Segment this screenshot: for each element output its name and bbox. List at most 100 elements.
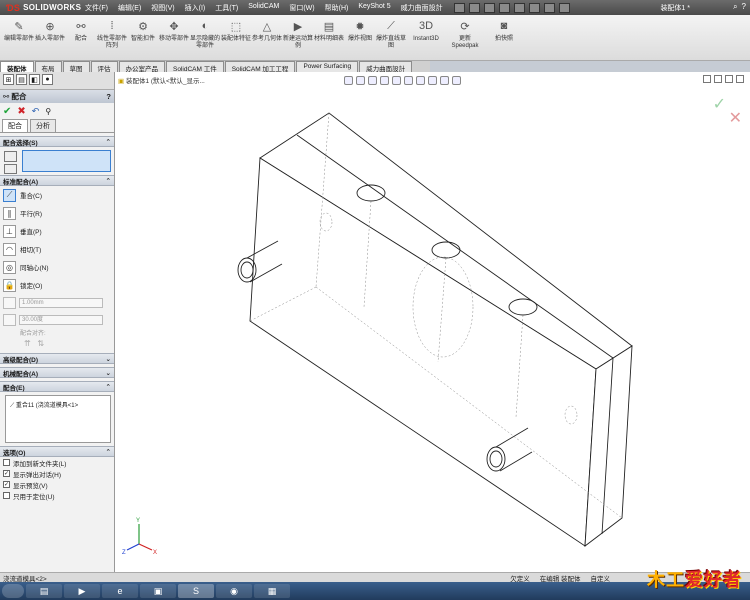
option-checkbox[interactable]: ✓ 显示预览(V) <box>0 479 114 490</box>
tab-item[interactable]: 办公室产品 <box>118 61 165 73</box>
tab-item[interactable]: SolidCAM 加工工程 <box>224 61 296 73</box>
cmd-button[interactable]: ▤ 材料明细表 <box>314 15 344 60</box>
cmd-button[interactable]: ▶ 新建运动算例 <box>283 15 313 60</box>
tab-item[interactable]: SolidCAM 工件 <box>166 61 224 73</box>
start-button-icon[interactable] <box>2 584 24 598</box>
cmd-button[interactable]: ⟳ 更新Speedpak <box>446 15 484 60</box>
cmd-button[interactable]: ✎ 编辑零部件 <box>4 15 34 60</box>
cmd-button[interactable]: ⬚ 装配体特征 <box>221 15 251 60</box>
taskbar-solidworks-icon[interactable]: S <box>178 584 214 598</box>
mechanical-mates-header[interactable]: 机械配合(A) ⌄ <box>0 367 114 378</box>
tab-mates[interactable]: 配合 <box>2 119 28 132</box>
mate-selections-box[interactable] <box>22 150 111 172</box>
option-checkbox[interactable]: ✓ 显示弹出对话(H) <box>0 468 114 479</box>
standard-mate-item[interactable]: ∥ 平行(R) <box>0 204 114 222</box>
tab-item[interactable]: 装配体 <box>0 61 34 73</box>
help-button[interactable]: ? <box>106 92 111 101</box>
tab-item[interactable]: 布局 <box>34 61 62 73</box>
menu-item[interactable]: KeyShot 5 <box>353 3 395 13</box>
options-icon[interactable] <box>558 2 570 13</box>
taskbar-explorer-icon[interactable]: ▤ <box>26 584 62 598</box>
property-manager-icon[interactable]: ▤ <box>16 74 27 85</box>
mate-icon: ⚯ <box>76 20 86 33</box>
angle-field[interactable]: 30.00度 <box>19 314 103 325</box>
tab-item[interactable]: 威力曲面設計 <box>359 61 413 73</box>
tab-item[interactable]: 评估 <box>90 61 118 73</box>
undo-icon[interactable] <box>513 2 525 13</box>
search-icon[interactable]: ⌕ <box>733 2 737 12</box>
cmd-button[interactable]: ⟋ 爆炸直线草图 <box>376 15 406 60</box>
help-icon[interactable]: ? <box>742 2 746 12</box>
menu-item[interactable]: 窗口(W) <box>284 3 319 13</box>
standard-mate-item[interactable]: ⊥ 垂直(P) <box>0 222 114 240</box>
tab-item[interactable]: Power Surfacing <box>296 61 359 72</box>
anti-aligned-icon[interactable]: ⇅ <box>37 339 44 348</box>
menu-item[interactable]: 编辑(E) <box>113 3 146 13</box>
graphics-area[interactable]: ▣ 装配体1 (默认<默认_显示... ✓ ✕ Y X Z <box>116 72 750 572</box>
cmd-button[interactable]: ⊕ 插入零部件 <box>35 15 65 60</box>
feature-tree-icon[interactable]: ⊞ <box>3 74 14 85</box>
taskbar-ie-icon[interactable]: e <box>102 584 138 598</box>
taskbar-app2-icon[interactable]: ◉ <box>216 584 252 598</box>
menu-item[interactable]: 威力曲面設計 <box>396 3 448 13</box>
checkbox-icon[interactable]: ✓ <box>3 481 10 488</box>
tab-item[interactable]: 草图 <box>62 61 90 73</box>
open-file-icon[interactable] <box>468 2 480 13</box>
config-manager-icon[interactable]: ◧ <box>29 74 40 85</box>
cmd-button[interactable]: 3D Instant3D <box>407 15 445 60</box>
cmd-button[interactable]: ✹ 爆炸视图 <box>345 15 375 60</box>
menu-item[interactable]: 工具(T) <box>210 3 243 13</box>
distance-field[interactable]: 1.00mm <box>19 297 103 308</box>
menu-item[interactable]: 帮助(H) <box>320 3 354 13</box>
option-checkbox[interactable]: 添加到新文件夹(L) <box>0 457 114 468</box>
new-file-icon[interactable] <box>453 2 465 13</box>
menu-item[interactable]: 插入(I) <box>180 3 211 13</box>
standard-mate-item[interactable]: ◎ 同轴心(N) <box>0 258 114 276</box>
taskbar-media-icon[interactable]: ▶ <box>64 584 100 598</box>
cmd-button[interactable]: ◙ 拍快照 <box>485 15 523 60</box>
model-view[interactable]: Y X Z <box>116 72 750 572</box>
display-manager-icon[interactable]: ● <box>42 74 53 85</box>
pm-subtabs: 配合 分析 <box>0 119 114 133</box>
standard-mates-header[interactable]: 标准配合(A) ⌃ <box>0 175 114 186</box>
checkbox-icon[interactable]: ✓ <box>3 470 10 477</box>
taskbar-app3-icon[interactable]: ▦ <box>254 584 290 598</box>
mate-selections-header[interactable]: 配合选择(S) ⌃ <box>0 136 114 147</box>
cmd-button[interactable]: ⚙ 智能扣件 <box>128 15 158 60</box>
mates-header[interactable]: 配合(E) ⌃ <box>0 381 114 392</box>
cmd-button[interactable]: ✥ 移动零部件 <box>159 15 189 60</box>
standard-mate-item[interactable]: 🔒 锁定(O) <box>0 276 114 294</box>
taskbar-app-icon[interactable]: ▣ <box>140 584 176 598</box>
options-header[interactable]: 选项(O) ⌃ <box>0 446 114 457</box>
ok-button[interactable]: ✔ <box>3 106 11 117</box>
instant3d-icon: 3D <box>418 20 434 32</box>
pin-icon[interactable]: ⚲ <box>45 107 51 116</box>
cmd-button-label: Instant3D <box>413 36 439 42</box>
menu-item[interactable]: SolidCAM <box>243 3 284 13</box>
checkbox-icon[interactable] <box>3 492 10 499</box>
cmd-button[interactable]: △ 参考几何体 <box>252 15 282 60</box>
rebuild-icon[interactable] <box>543 2 555 13</box>
select-icon[interactable] <box>528 2 540 13</box>
mate-list-item[interactable]: 重合11 (浇流道模具<1> <box>16 403 78 409</box>
cmd-button[interactable]: ◐ 显示隐藏的零部件 <box>190 15 220 60</box>
status-selection: 浇流道模具<2> <box>3 575 47 583</box>
aligned-icon[interactable]: ⇈ <box>24 339 31 348</box>
undo-icon[interactable]: ↶ <box>32 106 40 117</box>
advanced-mates-header[interactable]: 高级配合(D) ⌄ <box>0 353 114 364</box>
checkbox-icon[interactable] <box>3 459 10 466</box>
angle-icon <box>3 313 16 326</box>
standard-mate-item[interactable]: ⟋ 重合(C) <box>0 186 114 204</box>
menu-item[interactable]: 视图(V) <box>146 3 179 13</box>
cmd-button[interactable]: ⚯ 配合 <box>66 15 96 60</box>
tab-analysis[interactable]: 分析 <box>30 119 56 132</box>
standard-mate-item[interactable]: ◠ 相切(T) <box>0 240 114 258</box>
cmd-button[interactable]: ⁞ 线性零部件阵列 <box>97 15 127 60</box>
cancel-button[interactable]: ✖ <box>17 106 25 117</box>
filter-icon <box>4 164 17 174</box>
option-checkbox[interactable]: 只用于定位(U) <box>0 490 114 501</box>
save-icon[interactable] <box>483 2 495 13</box>
print-icon[interactable] <box>498 2 510 13</box>
mates-list[interactable]: ⟋ 重合11 (浇流道模具<1> <box>5 395 111 443</box>
menu-item[interactable]: 文件(F) <box>80 3 113 13</box>
